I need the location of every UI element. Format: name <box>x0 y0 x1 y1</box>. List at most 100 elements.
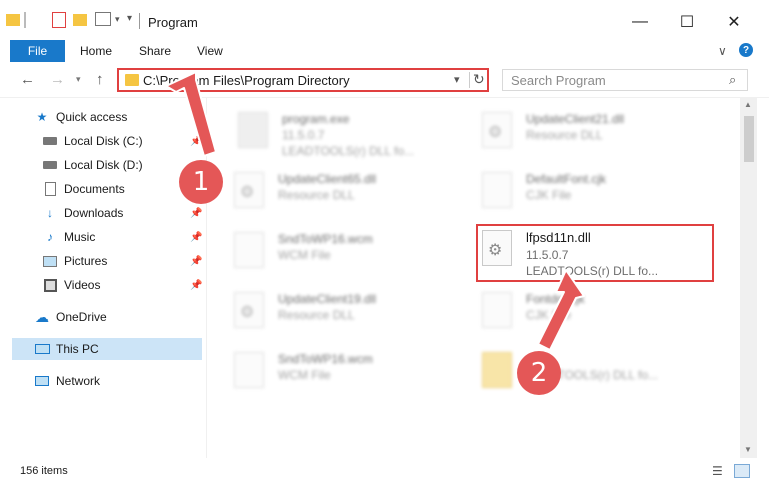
details-view-icon[interactable]: ☰ <box>712 464 728 478</box>
sidebar-item-this-pc[interactable]: This PC <box>12 338 202 360</box>
search-input[interactable]: Search Program <box>511 73 606 88</box>
scrollbar-thumb[interactable] <box>744 116 754 162</box>
file-item[interactable]: program.exe 11.5.0.7 LEADTOOLS(r) DLL fo… <box>234 106 474 166</box>
file-type: Resource DLL <box>278 308 355 322</box>
drive-icon <box>42 134 58 148</box>
sidebar-item-local-disk-c[interactable]: Local Disk (C:) <box>42 130 143 152</box>
file-icon <box>482 292 512 328</box>
dll-file-icon <box>234 172 264 208</box>
sidebar-item-label: Quick access <box>56 110 128 124</box>
tab-file[interactable]: File <box>10 40 65 62</box>
sidebar-item-documents[interactable]: Documents <box>42 178 125 200</box>
file-version: 11.5.0.7 <box>282 128 325 142</box>
sidebar-item-onedrive[interactable]: ☁ OneDrive <box>34 306 107 328</box>
pin-icon[interactable]: 📌 <box>190 232 202 243</box>
videos-icon <box>42 278 58 292</box>
sidebar-item-network[interactable]: Network <box>34 370 100 392</box>
file-item[interactable]: DefaultFont.cjk CJK File <box>478 166 718 226</box>
overflow-icon[interactable]: ▾ <box>127 13 132 24</box>
chevron-down-icon[interactable]: ▾ <box>454 73 460 86</box>
file-item[interactable]: UpdateClient19.dll Resource DLL <box>230 286 470 346</box>
sidebar-item-label: Pictures <box>64 254 108 268</box>
step-two-badge: 2 <box>517 351 561 395</box>
address-bar[interactable]: C:\Program Files\Program Directory ▾ ↻ <box>117 68 489 92</box>
sidebar-item-local-disk-d[interactable]: Local Disk (D:) <box>42 154 143 176</box>
sidebar-item-label: Videos <box>64 278 101 292</box>
sidebar-item-videos[interactable]: Videos <box>42 274 100 296</box>
toolbar-separator <box>24 12 26 28</box>
search-icon[interactable]: ⌕ <box>729 72 736 88</box>
folder-icon <box>125 74 139 86</box>
file-type: Resource DLL <box>278 188 355 202</box>
file-name: SndToWP16.wcm <box>278 232 373 246</box>
new-folder-icon[interactable] <box>73 14 87 26</box>
file-item[interactable]: UpdateClient65.dll Resource DLL <box>230 166 470 226</box>
file-type: WCM File <box>278 368 331 382</box>
step-one-badge: 1 <box>179 160 223 204</box>
file-name: UpdateClient65.dll <box>278 172 377 186</box>
file-item[interactable]: UpdateClient21.dll Resource DLL <box>478 106 718 166</box>
file-item[interactable]: Fontdm.cjk CJK File <box>478 286 718 346</box>
network-icon <box>34 374 50 388</box>
address-separator <box>469 72 470 88</box>
pin-icon[interactable]: 📌 <box>190 256 202 267</box>
window-title: Program <box>148 15 198 30</box>
sidebar-item-quick-access[interactable]: ★ Quick access <box>34 106 128 128</box>
file-name: UpdateClient21.dll <box>526 112 625 126</box>
file-name: program.exe <box>282 112 350 126</box>
file-name: UpdateClient19.dll <box>278 292 377 306</box>
chevron-down-icon[interactable]: ▾ <box>115 14 120 25</box>
sidebar-item-label: Downloads <box>64 206 124 220</box>
recent-locations-icon[interactable]: ▾ <box>76 74 81 85</box>
back-button[interactable]: ← <box>20 71 35 88</box>
search-box[interactable]: Search Program ⌕ <box>502 69 748 91</box>
file-type: Resource DLL <box>526 128 603 142</box>
sidebar-item-label: Local Disk (D:) <box>64 158 143 172</box>
file-icon <box>482 172 512 208</box>
file-type: CJK File <box>526 308 572 322</box>
large-icons-view-icon[interactable] <box>734 464 750 478</box>
file-item[interactable]: SndToWP16.wcm WCM File <box>230 226 470 286</box>
sidebar-item-pictures[interactable]: Pictures <box>42 250 107 272</box>
sidebar-item-label: Music <box>64 230 96 244</box>
dll-file-icon <box>482 112 512 148</box>
title-separator <box>139 13 140 29</box>
minimize-button[interactable]: — <box>620 8 660 36</box>
pin-icon[interactable]: 📌 <box>190 280 202 291</box>
file-icon <box>234 352 264 388</box>
close-button[interactable]: ✕ <box>714 8 754 36</box>
tab-share[interactable]: Share <box>139 44 171 58</box>
ribbon-expand-button[interactable]: ∨ <box>718 44 727 58</box>
up-button[interactable]: ↑ <box>96 71 104 88</box>
file-description: LEADTOOLS(r) DLL fo... <box>282 144 415 158</box>
drive-icon <box>42 158 58 172</box>
cloud-icon: ☁ <box>35 308 49 325</box>
sidebar-item-downloads[interactable]: ↓ Downloads <box>42 202 123 224</box>
forward-button[interactable]: → <box>50 71 65 88</box>
file-icon <box>234 232 264 268</box>
sidebar-item-music[interactable]: ♪ Music <box>42 226 95 248</box>
tab-home[interactable]: Home <box>80 44 112 58</box>
pin-icon[interactable]: 📌 <box>190 136 202 147</box>
sidebar-item-label: Documents <box>64 182 125 196</box>
file-item[interactable]: LEADTOOLS(r) DLL fo... <box>478 346 718 406</box>
customize-toolbar-icon[interactable] <box>95 12 111 26</box>
help-button[interactable]: ? <box>739 43 753 57</box>
title-bar: ▾ ▾ Program — ☐ ✕ <box>0 0 769 40</box>
music-icon: ♪ <box>47 230 53 244</box>
pin-icon[interactable]: 📌 <box>190 208 202 219</box>
refresh-icon[interactable]: ↻ <box>473 71 485 88</box>
star-icon: ★ <box>36 110 48 124</box>
tab-view[interactable]: View <box>197 44 223 58</box>
exe-file-icon <box>238 112 268 148</box>
properties-icon[interactable] <box>52 12 66 28</box>
item-count: 156 items <box>20 465 68 477</box>
scroll-up-icon[interactable]: ▲ <box>744 100 752 109</box>
file-item[interactable]: SndToWP16.wcm WCM File <box>230 346 470 406</box>
maximize-button[interactable]: ☐ <box>667 8 707 36</box>
navigation-pane: ★ Quick access Local Disk (C:) 📌 Local D… <box>0 98 207 458</box>
target-file-highlight <box>476 224 714 282</box>
folder-icon[interactable] <box>6 14 20 26</box>
address-path[interactable]: C:\Program Files\Program Directory <box>143 73 350 88</box>
scroll-down-icon[interactable]: ▼ <box>744 445 752 454</box>
